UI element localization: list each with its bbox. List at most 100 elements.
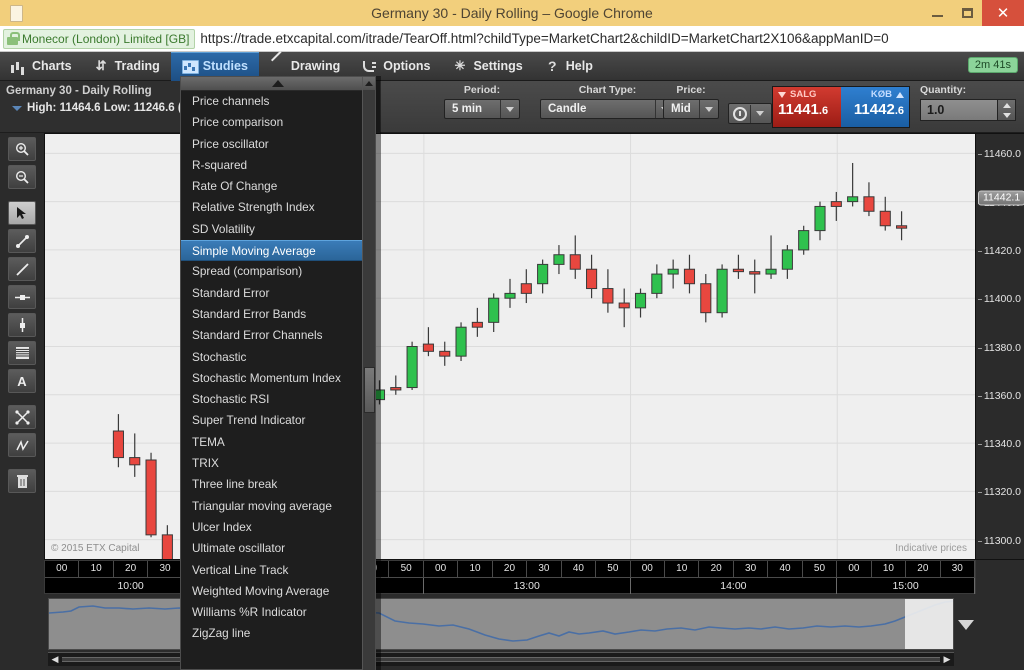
candlestick — [586, 254, 598, 299]
zoom-in-button[interactable] — [8, 137, 36, 161]
charttype-value: Candle — [548, 103, 587, 115]
candlestick — [618, 288, 630, 328]
studies-menu-item[interactable]: Standard Error Channels — [181, 325, 375, 346]
candlestick — [406, 341, 418, 390]
crossed-lines-button[interactable] — [8, 405, 36, 429]
security-badge[interactable]: Monecor (London) Limited [GB] — [3, 28, 196, 49]
sell-price-frac: .6 — [818, 105, 829, 117]
dropdown-scrollbar[interactable] — [362, 77, 375, 670]
close-button[interactable]: ✕ — [982, 0, 1024, 26]
fibonacci-levels-button[interactable] — [8, 341, 36, 365]
time-axis-hour-label: 14:00 — [631, 578, 838, 594]
cursor-tool-button[interactable] — [8, 201, 36, 225]
maximize-button[interactable] — [952, 0, 982, 26]
minimize-button[interactable] — [922, 0, 952, 26]
line-tool-button[interactable] — [8, 257, 36, 281]
window-controls: ✕ — [922, 0, 1024, 26]
time-axis-minute-tick: 50 — [389, 561, 424, 577]
candlestick — [455, 322, 467, 361]
scrollbar-up-button[interactable] — [363, 77, 375, 90]
studies-menu-item[interactable]: Price comparison — [181, 112, 375, 133]
clock-button[interactable] — [728, 103, 772, 124]
chevron-right-icon[interactable]: ▶ — [940, 653, 954, 667]
studies-menu-item[interactable]: Weighted Moving Average — [181, 581, 375, 602]
studies-list[interactable]: Price channels Price comparison Price osci… — [181, 91, 375, 669]
price-axis[interactable]: 11460.011440.011420.011400.011380.011360… — [976, 133, 1024, 560]
charttype-select[interactable]: Candle — [540, 99, 675, 119]
studies-menu-item[interactable]: Price oscillator — [181, 134, 375, 155]
trendline-handles-button[interactable] — [8, 229, 36, 253]
chevron-down-icon[interactable] — [500, 100, 519, 118]
period-value: 5 min — [452, 103, 483, 115]
studies-menu-item[interactable]: Ulcer Index — [181, 517, 375, 538]
time-axis-minute-tick: 20 — [906, 561, 941, 577]
studies-menu-item[interactable]: Spread (comparison) — [181, 261, 375, 282]
time-axis-minute-tick: 10 — [665, 561, 700, 577]
triangle-up-icon — [896, 91, 904, 98]
horizontal-line-button[interactable] — [8, 285, 36, 309]
stepper-up-icon[interactable] — [1002, 102, 1011, 108]
studies-menu-item[interactable]: Rate Of Change — [181, 176, 375, 197]
quantity-label: Quantity: — [920, 84, 967, 96]
buy-header: KØB — [846, 89, 904, 100]
sell-header: SALG — [778, 89, 836, 100]
studies-menu-item[interactable]: TEMA — [181, 432, 375, 453]
zoom-out-icon — [15, 170, 29, 184]
chevron-down-icon[interactable] — [750, 104, 769, 123]
triangle-down-icon[interactable] — [958, 620, 974, 630]
quantity-stepper[interactable]: 1.0 — [920, 99, 1016, 121]
stepper-down-icon[interactable] — [1002, 112, 1011, 118]
studies-dropdown[interactable]: Price channels Price comparison Price osci… — [180, 76, 376, 670]
security-owner: Monecor (London) Limited [GB] — [22, 31, 190, 46]
studies-menu-item[interactable]: Williams %R Indicator — [181, 602, 375, 623]
studies-menu-item[interactable]: Vertical Line Track — [181, 560, 375, 581]
menu-charts[interactable]: Charts — [0, 52, 83, 81]
studies-menu-item[interactable]: SD Volatility — [181, 219, 375, 240]
studies-menu-item[interactable]: Simple Moving Average — [181, 240, 375, 262]
quantity-input[interactable]: 1.0 — [920, 99, 998, 121]
candlestick — [716, 264, 728, 318]
time-axis-minute-tick: 00 — [631, 561, 665, 577]
sell-button[interactable]: SALG 11441.6 — [773, 87, 841, 127]
quantity-spinner[interactable] — [998, 99, 1016, 121]
chevron-down-icon[interactable] — [699, 100, 718, 118]
options-icon — [362, 59, 377, 73]
studies-menu-item[interactable]: Stochastic — [181, 347, 375, 368]
buy-button[interactable]: KØB 11442.6 — [841, 87, 909, 127]
dropdown-scroll-up[interactable] — [181, 77, 375, 91]
vertical-line-button[interactable] — [8, 313, 36, 337]
studies-menu-item[interactable]: TRIX — [181, 453, 375, 474]
studies-menu-item[interactable]: Stochastic Momentum Index — [181, 368, 375, 389]
price-axis-tick: 11400.0 — [977, 293, 1021, 306]
time-axis-minute-tick: 50 — [596, 561, 631, 577]
studies-menu-item[interactable]: Ultimate oscillator — [181, 538, 375, 559]
delete-drawings-button[interactable] — [8, 469, 36, 493]
price-select[interactable]: Mid — [663, 99, 719, 119]
candlestick — [814, 201, 826, 241]
text-tool-button[interactable]: A — [8, 369, 36, 393]
price-control: Price: Mid — [663, 84, 719, 119]
studies-menu-item[interactable]: Standard Error — [181, 283, 375, 304]
studies-menu-item[interactable]: Triangular moving average — [181, 496, 375, 517]
menu-help[interactable]: ? Help — [534, 52, 604, 81]
zoom-out-button[interactable] — [8, 165, 36, 189]
studies-menu-item[interactable]: R-squared — [181, 155, 375, 176]
scrollbar-thumb[interactable] — [364, 367, 375, 413]
studies-menu-item[interactable]: Three line break — [181, 474, 375, 495]
candlestick — [602, 269, 614, 313]
address-bar[interactable]: Monecor (London) Limited [GB] https://tr… — [0, 26, 1024, 52]
menu-settings[interactable]: ✳ Settings — [441, 52, 533, 81]
minimize-icon — [931, 15, 943, 17]
studies-menu-item[interactable]: Super Trend Indicator — [181, 410, 375, 431]
zigzag-button[interactable] — [8, 433, 36, 457]
studies-menu-item[interactable]: Standard Error Bands — [181, 304, 375, 325]
studies-menu-item[interactable]: Stochastic RSI — [181, 389, 375, 410]
chevron-left-icon[interactable]: ◀ — [48, 653, 62, 667]
studies-menu-item[interactable]: ZigZag line — [181, 623, 375, 644]
menu-trading[interactable]: ⇵ Trading — [83, 52, 171, 81]
studies-menu-item[interactable]: Price channels — [181, 91, 375, 112]
candlestick — [863, 182, 875, 217]
period-select[interactable]: 5 min — [444, 99, 520, 119]
studies-menu-item[interactable]: Relative Strength Index — [181, 197, 375, 218]
navigator-selection[interactable] — [905, 599, 953, 649]
